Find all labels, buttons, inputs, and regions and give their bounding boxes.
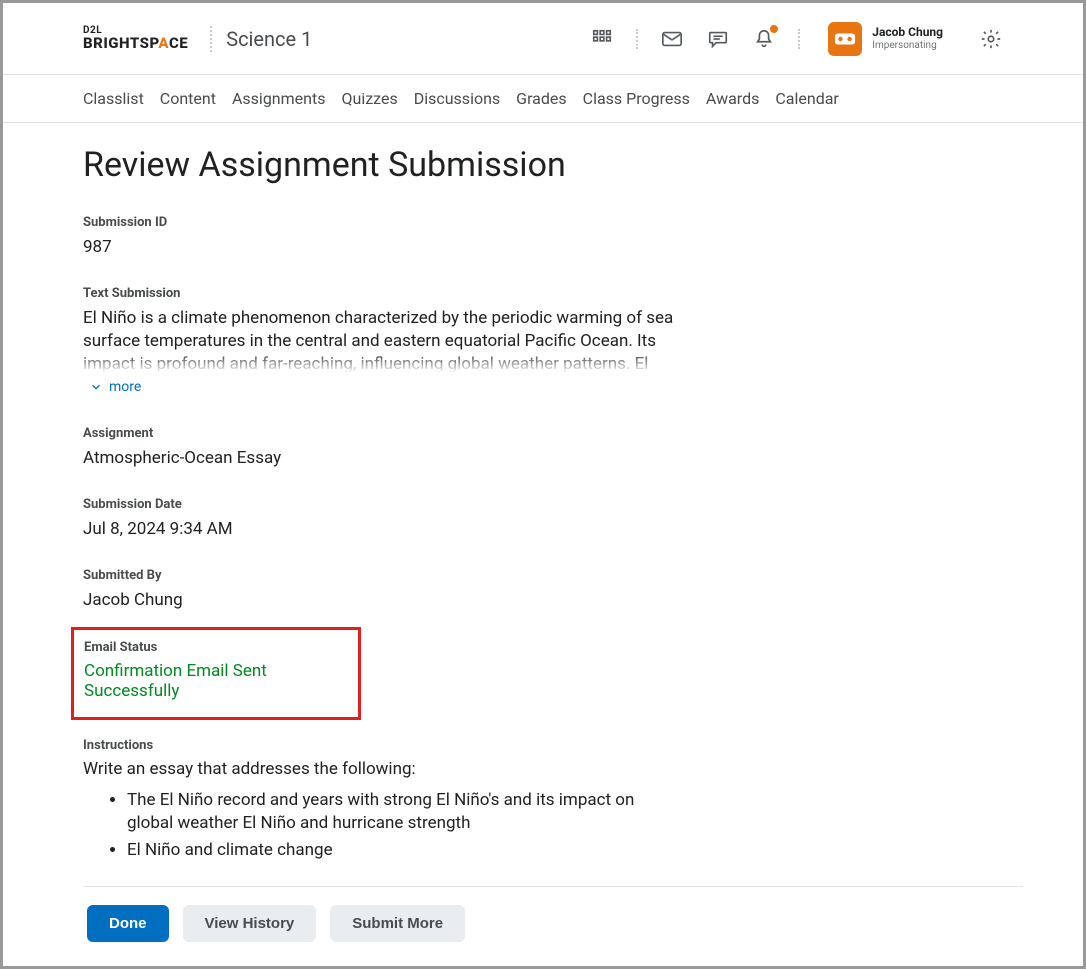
more-label: more	[109, 379, 141, 395]
gear-icon[interactable]	[979, 27, 1003, 51]
submission-date-label: Submission Date	[83, 497, 683, 512]
waffle-icon[interactable]	[590, 27, 614, 51]
instructions-intro: Write an essay that addresses the follow…	[83, 759, 683, 779]
done-button[interactable]: Done	[87, 905, 169, 942]
nav-content[interactable]: Content	[160, 89, 216, 108]
button-row: Done View History Submit More	[3, 905, 1083, 942]
instructions-list: The El Niño record and years with strong…	[83, 789, 683, 862]
user-meta: Jacob Chung Impersonating	[872, 26, 943, 51]
divider	[636, 29, 638, 49]
divider	[83, 886, 1023, 887]
nav-calendar[interactable]: Calendar	[775, 89, 838, 108]
email-status-value: Confirmation Email Sent Successfully	[84, 661, 348, 701]
nav-grades[interactable]: Grades	[516, 89, 566, 108]
chevron-down-icon	[89, 380, 103, 394]
divider	[798, 29, 800, 49]
divider	[210, 26, 212, 52]
nav-class-progress[interactable]: Class Progress	[583, 89, 690, 108]
topbar: D2L BRIGHTSPACE Science 1 Jacob Chung	[3, 3, 1083, 75]
email-status-highlight: Email Status Confirmation Email Sent Suc…	[71, 627, 361, 720]
avatar-vr-icon	[828, 22, 862, 56]
nav-assignments[interactable]: Assignments	[232, 89, 326, 108]
notification-dot-icon	[770, 25, 778, 33]
content: Review Assignment Submission Submission …	[3, 123, 763, 862]
view-history-button[interactable]: View History	[183, 905, 317, 942]
brand-logo[interactable]: D2L BRIGHTSPACE	[83, 26, 188, 51]
chat-icon[interactable]	[706, 27, 730, 51]
nav-quizzes[interactable]: Quizzes	[341, 89, 397, 108]
more-toggle[interactable]: more	[89, 379, 141, 395]
submission-id-label: Submission ID	[83, 215, 683, 230]
nav-discussions[interactable]: Discussions	[414, 89, 500, 108]
course-nav: Classlist Content Assignments Quizzes Di…	[3, 75, 1083, 123]
logo-brightspace-text: BRIGHTSPACE	[83, 36, 188, 51]
submitted-by-value: Jacob Chung	[83, 589, 683, 611]
submitted-by-label: Submitted By	[83, 568, 683, 583]
submission-id-value: 987	[83, 236, 683, 258]
course-title[interactable]: Science 1	[226, 27, 312, 51]
bell-icon[interactable]	[752, 27, 776, 51]
user-name: Jacob Chung	[872, 26, 943, 40]
instructions-item: El Niño and climate change	[127, 839, 683, 862]
email-status-label: Email Status	[84, 640, 348, 655]
nav-classlist[interactable]: Classlist	[83, 89, 144, 108]
topbar-icons: Jacob Chung Impersonating	[590, 22, 1003, 56]
page-title: Review Assignment Submission	[83, 145, 683, 185]
text-submission-label: Text Submission	[83, 286, 683, 301]
user-sub: Impersonating	[872, 40, 943, 52]
instructions-label: Instructions	[83, 738, 683, 753]
assignment-label: Assignment	[83, 426, 683, 441]
text-submission-body: El Niño is a climate phenomenon characte…	[83, 307, 683, 373]
submit-more-button[interactable]: Submit More	[330, 905, 465, 942]
instructions-item: The El Niño record and years with strong…	[127, 789, 683, 835]
user-menu[interactable]: Jacob Chung Impersonating	[828, 22, 943, 56]
assignment-value: Atmospheric-Ocean Essay	[83, 447, 683, 469]
mail-icon[interactable]	[660, 27, 684, 51]
nav-awards[interactable]: Awards	[706, 89, 759, 108]
submission-date-value: Jul 8, 2024 9:34 AM	[83, 518, 683, 540]
